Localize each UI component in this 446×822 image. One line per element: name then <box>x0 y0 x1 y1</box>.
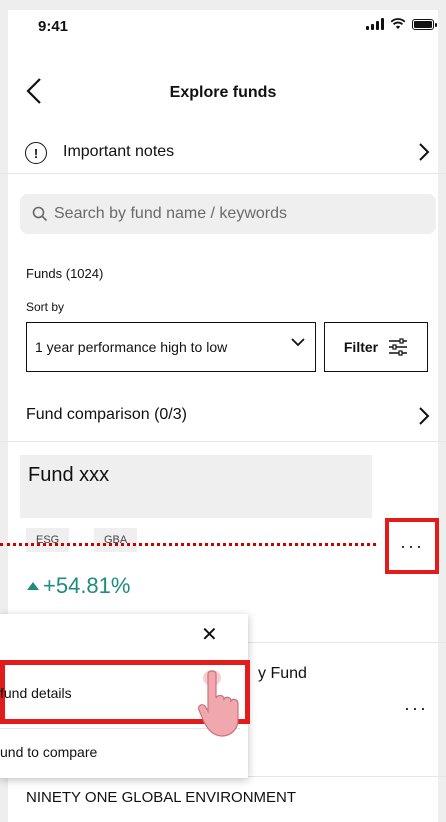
menu-item-fund-details[interactable]: fund details <box>0 685 72 701</box>
menu-item-add-to-compare[interactable]: und to compare <box>0 744 97 760</box>
sort-selected-value: 1 year performance high to low <box>35 339 228 355</box>
fund-comparison-label: Fund comparison (0/3) <box>26 406 187 423</box>
close-icon[interactable]: ✕ <box>201 622 218 647</box>
important-notes-label: Important notes <box>63 143 175 160</box>
signal-icon <box>366 18 384 30</box>
tag-gba: GBA <box>94 528 138 552</box>
search-placeholder: Search by fund name / keywords <box>54 205 288 222</box>
annotation-dotted-line <box>0 543 376 546</box>
tag-esg: ESG <box>26 528 70 552</box>
chevron-right-icon <box>419 407 430 425</box>
fund-performance-value: +54.81% <box>43 573 131 598</box>
up-arrow-icon <box>27 582 39 590</box>
funds-count: Funds (1024) <box>26 266 104 281</box>
more-options-button[interactable]: ··· <box>385 518 439 574</box>
filter-label: Filter <box>343 339 379 355</box>
search-icon <box>32 206 48 222</box>
fund-performance: +54.81% <box>27 573 130 599</box>
filter-sliders-icon <box>389 338 408 356</box>
status-time: 9:41 <box>38 18 69 35</box>
more-options-button-2[interactable]: ··· <box>404 698 428 719</box>
pointing-hand-icon <box>197 670 239 737</box>
chevron-right-icon <box>419 143 430 161</box>
page-title: Explore funds <box>169 84 277 101</box>
wifi-icon <box>390 18 406 29</box>
important-notes-row[interactable]: ! Important notes <box>0 130 446 174</box>
fund-name-bottom[interactable]: NINETY ONE GLOBAL ENVIRONMENT <box>26 789 296 806</box>
chevron-down-icon <box>291 338 305 347</box>
status-icons <box>366 18 437 30</box>
sort-by-label: Sort by <box>26 300 65 314</box>
search-input[interactable]: Search by fund name / keywords <box>20 194 436 234</box>
fund-name-partial[interactable]: y Fund <box>258 665 307 683</box>
fund-name[interactable]: Fund xxx <box>28 464 109 487</box>
info-icon: ! <box>25 142 47 164</box>
battery-icon <box>412 19 437 30</box>
fund-comparison-row[interactable]: Fund comparison (0/3) <box>0 392 446 442</box>
filter-button[interactable]: Filter <box>324 322 428 372</box>
outer-background-top <box>0 0 446 10</box>
sort-dropdown[interactable]: 1 year performance high to low <box>26 322 316 372</box>
